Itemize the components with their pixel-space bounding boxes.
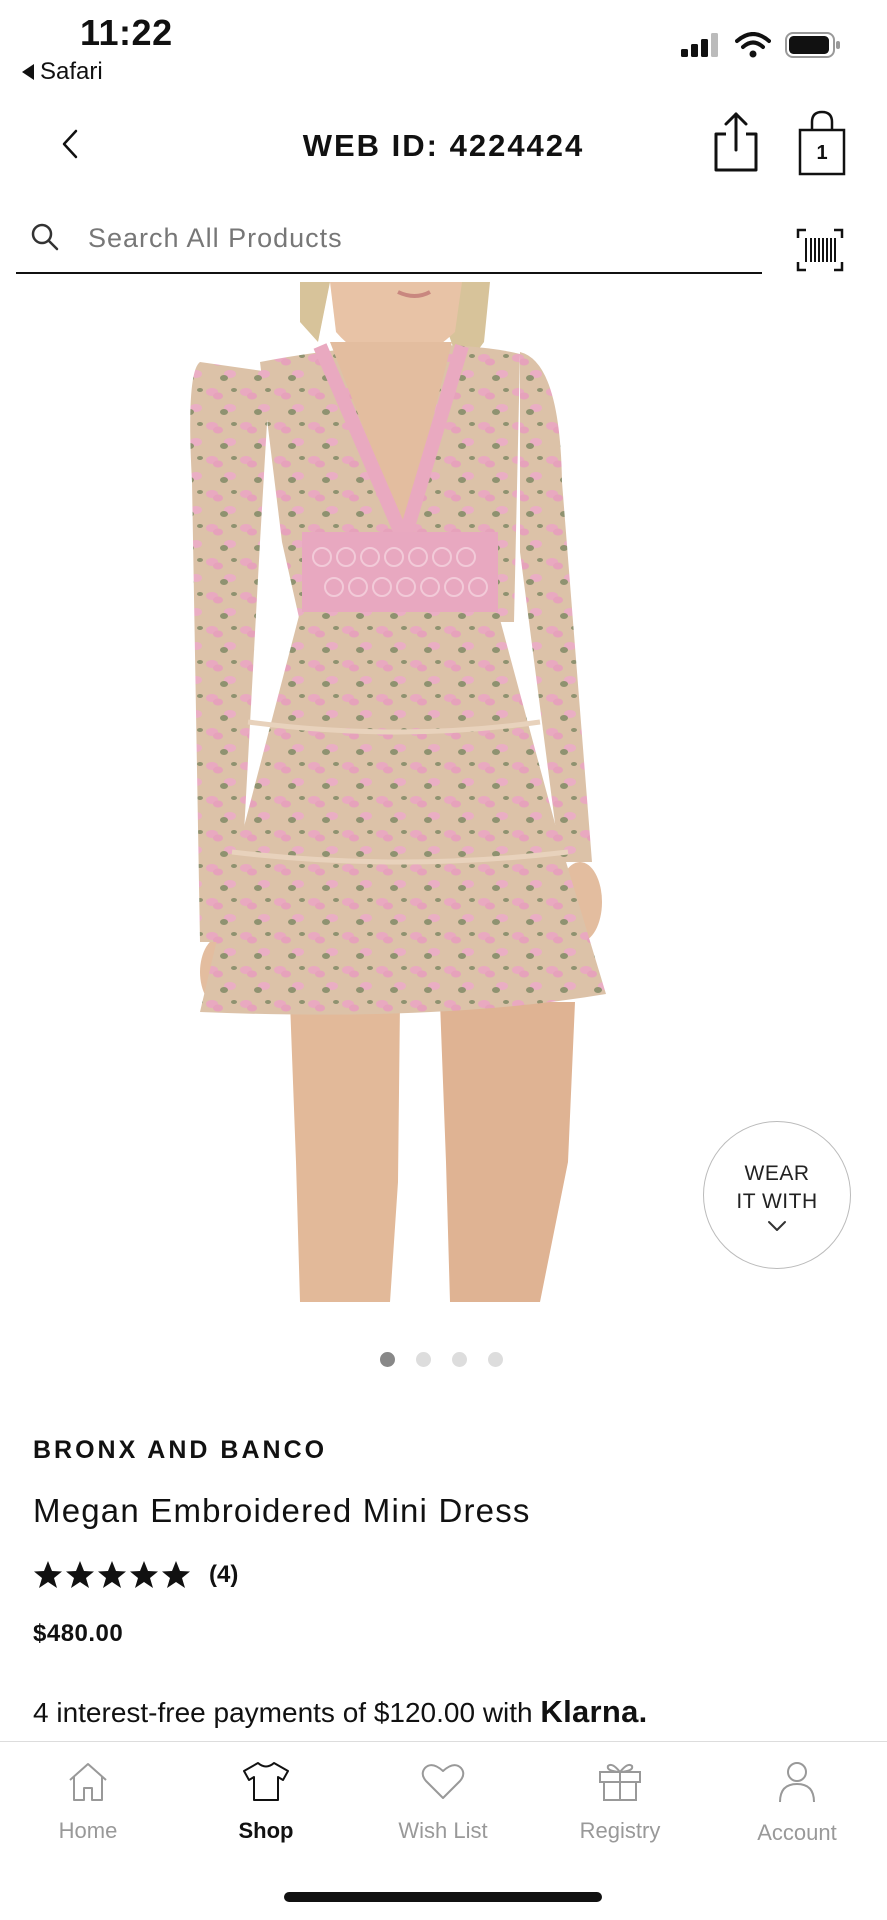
search-input[interactable]	[88, 216, 728, 260]
klarna-logo: Klarna.	[540, 1694, 648, 1729]
tab-wish-list-label: Wish List	[398, 1818, 488, 1843]
person-icon	[779, 1762, 815, 1803]
search-bar	[16, 210, 762, 274]
battery-icon	[785, 32, 840, 58]
tab-shop-label: Shop	[238, 1818, 294, 1843]
status-time: 11:22	[80, 12, 173, 53]
tab-registry[interactable]: Registry	[540, 1760, 700, 1844]
status-bar: 11:22 Safari	[0, 0, 887, 92]
heart-icon	[421, 1764, 465, 1799]
back-triangle-icon	[22, 64, 34, 80]
home-indicator[interactable]	[284, 1892, 602, 1902]
product-name: Megan Embroidered Mini Dress	[33, 1492, 531, 1529]
carousel-dot[interactable]	[452, 1352, 467, 1367]
product-brand[interactable]: BRONX AND BANCO	[33, 1436, 327, 1465]
carousel-dot[interactable]	[488, 1352, 503, 1367]
star-icon	[130, 1561, 158, 1588]
home-icon	[69, 1763, 107, 1801]
share-button[interactable]	[708, 110, 764, 174]
star-icon	[66, 1561, 94, 1588]
barcode-scan-icon	[796, 228, 844, 272]
star-icon	[162, 1561, 190, 1588]
star-icon	[34, 1561, 62, 1588]
share-icon	[714, 112, 758, 172]
shopping-bag-button[interactable]: 1	[796, 110, 848, 176]
product-rating[interactable]: (4)	[33, 1560, 238, 1590]
barcode-scan-button[interactable]	[796, 228, 844, 272]
star-icon	[98, 1561, 126, 1588]
review-count: (4)	[209, 1561, 239, 1588]
tab-shop[interactable]: Shop	[186, 1760, 346, 1844]
nav-header: WEB ID: 4224424 1	[0, 100, 887, 190]
product-price: $480.00	[33, 1620, 124, 1647]
klarna-installments[interactable]: 4 interest-free payments of $120.00 with…	[33, 1694, 648, 1730]
tab-home[interactable]: Home	[8, 1760, 168, 1844]
back-app-label: Safari	[40, 58, 103, 85]
chevron-down-icon	[768, 1221, 786, 1231]
carousel-dot[interactable]	[380, 1352, 395, 1367]
cart-count-badge: 1	[816, 142, 828, 164]
shirt-icon	[243, 1762, 289, 1801]
carousel-dot[interactable]	[416, 1352, 431, 1367]
signal-icon	[681, 33, 718, 57]
tab-home-label: Home	[58, 1818, 118, 1843]
gift-icon	[599, 1763, 641, 1801]
installments-text: 4 interest-free payments of $120.00 with	[33, 1697, 541, 1728]
tab-account[interactable]: Account	[717, 1760, 877, 1846]
wear-it-with-label: WEAR IT WITH	[736, 1162, 818, 1213]
tab-wish-list[interactable]: Wish List	[363, 1760, 523, 1844]
wifi-icon	[735, 32, 771, 58]
image-carousel-dots	[380, 1352, 503, 1367]
wear-it-with-button[interactable]: WEAR IT WITH	[703, 1121, 851, 1269]
search-icon	[31, 223, 59, 251]
tab-registry-label: Registry	[579, 1818, 661, 1843]
back-to-app-link[interactable]: Safari	[22, 58, 103, 86]
status-icons	[681, 32, 841, 58]
tab-account-label: Account	[757, 1820, 837, 1845]
star-rating	[33, 1560, 191, 1590]
